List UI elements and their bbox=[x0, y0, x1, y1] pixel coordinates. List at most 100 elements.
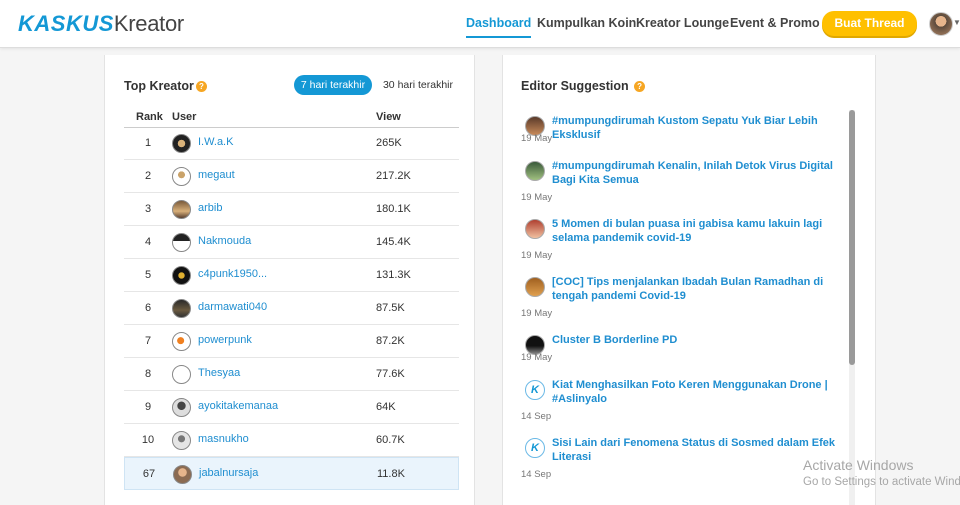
suggestion-list: #mumpungdirumah Kustom Sepatu Yuk Biar L… bbox=[521, 110, 851, 505]
rank-cell: 3 bbox=[144, 203, 152, 215]
view-cell: 87.5K bbox=[376, 302, 405, 314]
thread-avatar-icon bbox=[525, 277, 545, 297]
user-avatar-icon bbox=[172, 332, 191, 351]
chevron-down-icon[interactable]: ▼ bbox=[953, 18, 960, 27]
user-avatar-icon bbox=[172, 266, 191, 285]
rank-cell: 6 bbox=[144, 302, 152, 314]
thread-avatar-icon bbox=[525, 161, 545, 181]
table-row[interactable]: 10 masnukho 60.7K bbox=[124, 424, 459, 457]
suggestion-date: 14 Sep bbox=[521, 469, 552, 480]
buat-thread-button[interactable]: Buat Thread bbox=[822, 11, 917, 36]
suggestion-title-link[interactable]: Cluster B Borderline PD bbox=[552, 334, 851, 348]
editor-suggestion-title: Editor Suggestion ? bbox=[521, 79, 646, 93]
editor-suggestion-title-text: Editor Suggestion bbox=[521, 79, 629, 93]
help-icon[interactable]: ? bbox=[634, 81, 646, 92]
suggestion-title-link[interactable]: 5 Momen di bulan puasa ini gabisa kamu l… bbox=[552, 218, 851, 245]
rank-cell: 67 bbox=[142, 468, 156, 480]
table-row[interactable]: 8 Thesyaa 77.6K bbox=[124, 358, 459, 391]
user-link[interactable]: ayokitakemanaa bbox=[198, 400, 278, 412]
help-icon[interactable]: ? bbox=[195, 81, 207, 92]
filter-30-hari[interactable]: 30 hari terakhir bbox=[377, 75, 459, 95]
user-avatar[interactable] bbox=[929, 12, 953, 36]
col-view: View bbox=[376, 111, 401, 123]
user-link[interactable]: masnukho bbox=[198, 433, 249, 445]
nav-kreator-lounge[interactable]: Kreator Lounge bbox=[636, 16, 729, 30]
logo-product: Kreator bbox=[113, 11, 184, 36]
user-link[interactable]: jabalnursaja bbox=[199, 467, 258, 479]
nav-event-promo[interactable]: Event & Promo bbox=[730, 16, 820, 30]
suggestion-date: 19 May bbox=[521, 192, 553, 203]
view-cell: 217.2K bbox=[376, 170, 411, 182]
rank-cell: 7 bbox=[144, 335, 152, 347]
suggestion-date: 19 May bbox=[521, 250, 553, 261]
view-cell: 180.1K bbox=[376, 203, 411, 215]
top-kreator-title-text: Top Kreator bbox=[124, 79, 194, 93]
user-avatar-icon bbox=[172, 134, 191, 153]
table-row-current-user[interactable]: 67 jabalnursaja 11.8K bbox=[124, 457, 459, 490]
user-link[interactable]: powerpunk bbox=[198, 334, 252, 346]
col-user: User bbox=[172, 111, 197, 123]
rank-cell: 2 bbox=[144, 170, 152, 182]
user-link[interactable]: megaut bbox=[198, 169, 235, 181]
suggestion-date: 14 Sep bbox=[521, 411, 552, 422]
suggestion-title-link[interactable]: [COC] Tips menjalankan Ibadah Bulan Rama… bbox=[552, 276, 851, 303]
rank-cell: 4 bbox=[144, 236, 152, 248]
table-row[interactable]: 5 c4punk1950... 131.3K bbox=[124, 259, 459, 292]
view-cell: 87.2K bbox=[376, 335, 405, 347]
suggestion-title-link[interactable]: #mumpungdirumah Kustom Sepatu Yuk Biar L… bbox=[552, 115, 851, 142]
filter-7-hari[interactable]: 7 hari terakhir bbox=[294, 75, 372, 95]
view-cell: 145.4K bbox=[376, 236, 411, 248]
user-link[interactable]: c4punk1950... bbox=[198, 268, 267, 280]
top-navbar: KASKUSKreator Dashboard Kumpulkan Koin K… bbox=[0, 0, 960, 48]
table-row[interactable]: 4 Nakmouda 145.4K bbox=[124, 226, 459, 259]
nav-kumpulkan-koin[interactable]: Kumpulkan Koin bbox=[537, 16, 636, 30]
view-cell: 64K bbox=[376, 401, 396, 413]
view-cell: 77.6K bbox=[376, 368, 405, 380]
table-row[interactable]: 7 powerpunk 87.2K bbox=[124, 325, 459, 358]
user-avatar-icon bbox=[172, 299, 191, 318]
suggestion-title-link[interactable]: Kiat Menghasilkan Foto Keren Menggunakan… bbox=[552, 379, 851, 406]
kaskus-kreator-logo[interactable]: KASKUSKreator bbox=[18, 11, 184, 37]
thread-avatar-icon bbox=[525, 219, 545, 239]
user-avatar-icon bbox=[172, 200, 191, 219]
rank-cell: 8 bbox=[144, 368, 152, 380]
kaskus-k-icon bbox=[525, 380, 545, 400]
user-avatar-icon bbox=[172, 398, 191, 417]
user-link[interactable]: Nakmouda bbox=[198, 235, 251, 247]
user-avatar-icon bbox=[172, 365, 191, 384]
table-row[interactable]: 2 megaut 217.2K bbox=[124, 160, 459, 193]
rank-cell: 9 bbox=[144, 401, 152, 413]
activate-windows-watermark: Activate Windows bbox=[803, 457, 914, 473]
activate-windows-hint: Go to Settings to activate Windows. bbox=[803, 476, 960, 488]
col-rank: Rank bbox=[136, 111, 163, 123]
view-cell: 131.3K bbox=[376, 269, 411, 281]
nav-dashboard[interactable]: Dashboard bbox=[466, 16, 532, 38]
user-avatar-icon bbox=[172, 233, 191, 252]
user-link[interactable]: I.W.a.K bbox=[198, 136, 233, 148]
scrollbar-thumb[interactable] bbox=[849, 110, 855, 365]
table-row[interactable]: 3 arbib 180.1K bbox=[124, 193, 459, 226]
table-row[interactable]: 1 I.W.a.K 265K bbox=[124, 127, 459, 160]
table-header: Rank User View bbox=[124, 110, 459, 128]
suggestion-date: 19 May bbox=[521, 133, 553, 144]
suggestion-title-link[interactable]: #mumpungdirumah Kenalin, Inilah Detok Vi… bbox=[552, 160, 851, 187]
table-row[interactable]: 6 darmawati040 87.5K bbox=[124, 292, 459, 325]
view-cell: 60.7K bbox=[376, 434, 405, 446]
rank-cell: 10 bbox=[141, 434, 155, 446]
user-link[interactable]: Thesyaa bbox=[198, 367, 240, 379]
logo-brand: KASKUS bbox=[18, 11, 114, 36]
top-kreator-card: Top Kreator? 7 hari terakhir 30 hari ter… bbox=[104, 55, 475, 505]
user-link[interactable]: darmawati040 bbox=[198, 301, 267, 313]
suggestion-date: 19 May bbox=[521, 308, 553, 319]
rank-cell: 5 bbox=[144, 269, 152, 281]
user-avatar-icon bbox=[173, 465, 192, 484]
table-row[interactable]: 9 ayokitakemanaa 64K bbox=[124, 391, 459, 424]
user-link[interactable]: arbib bbox=[198, 202, 222, 214]
kaskus-k-icon bbox=[525, 438, 545, 458]
suggestion-date: 19 May bbox=[521, 352, 553, 363]
view-cell: 265K bbox=[376, 137, 402, 149]
view-cell: 11.8K bbox=[377, 468, 405, 480]
top-kreator-title: Top Kreator? bbox=[124, 79, 207, 93]
rank-cell: 1 bbox=[144, 137, 152, 149]
user-avatar-icon bbox=[172, 431, 191, 450]
